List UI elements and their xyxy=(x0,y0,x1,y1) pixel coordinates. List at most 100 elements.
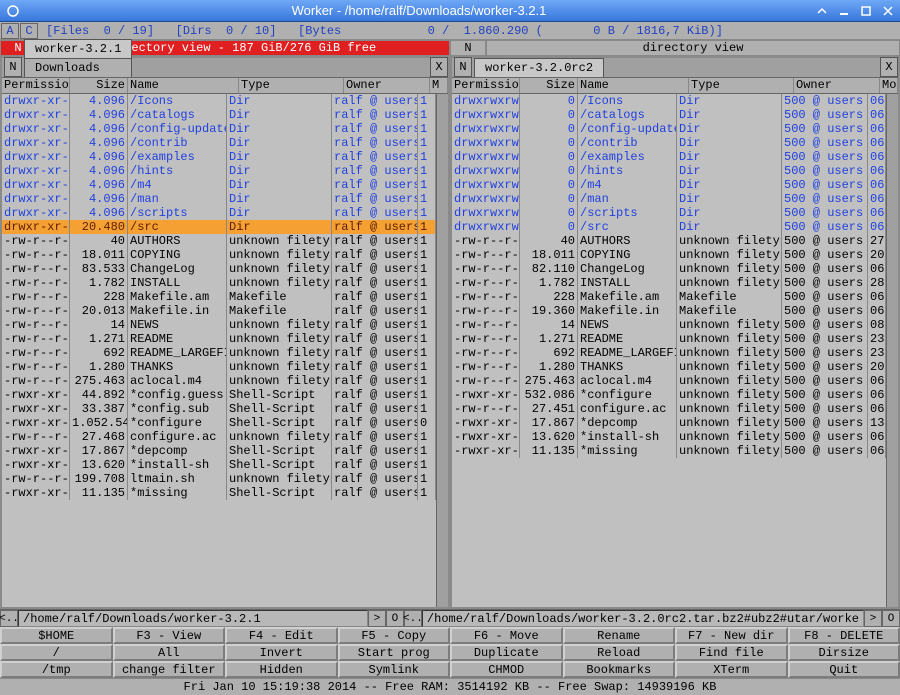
col-permission[interactable]: Permission xyxy=(452,78,520,93)
file-row[interactable]: drwxrwxrwx0/IconsDir500 @ users06 N xyxy=(452,94,886,108)
fkey-button[interactable]: Dirsize xyxy=(788,644,900,661)
file-row[interactable]: drwxrwxrwx0/contribDir500 @ users06 N xyxy=(452,136,886,150)
tab[interactable]: worker-3.2.0rc2 xyxy=(474,58,604,77)
window-shade-button[interactable] xyxy=(812,3,832,19)
col-permission[interactable]: Permission xyxy=(2,78,70,93)
file-row[interactable]: -rw-r--r--1.280 THANKSunknown filetypera… xyxy=(2,360,436,374)
left-scrollbar[interactable] xyxy=(436,94,448,607)
fkey-button[interactable]: Invert selection xyxy=(225,644,338,661)
file-row[interactable]: -rw-r--r--19.360 Makefile.inMakefile500 … xyxy=(452,304,886,318)
col-name[interactable]: Name xyxy=(128,78,239,93)
window-maximize-button[interactable] xyxy=(856,3,876,19)
app-menu-icon[interactable] xyxy=(4,2,22,20)
file-row[interactable]: drwxr-xr-x4.096/examplesDirralf @ users1 xyxy=(2,150,436,164)
file-row[interactable]: -rw-r--r--228 Makefile.amMakefileralf @ … xyxy=(2,290,436,304)
fkey-button[interactable]: Start prog xyxy=(338,644,451,661)
file-row[interactable]: -rw-r--r--82.110 ChangeLogunknown filety… xyxy=(452,262,886,276)
file-row[interactable]: drwxrwxrwx0/m4Dir500 @ users06 N xyxy=(452,178,886,192)
file-row[interactable]: -rw-r--r--692 README_LARGEFILESunknown f… xyxy=(452,346,886,360)
fkey-button[interactable]: Symlink xyxy=(338,661,451,678)
fkey-button[interactable]: change filter xyxy=(113,661,226,678)
tab[interactable]: Downloads xyxy=(24,58,132,77)
file-row[interactable]: -rwxr-xr-x13.620*install-shunknown filet… xyxy=(452,430,886,444)
file-row[interactable]: -rw-r--r--27.468 configure.acunknown fil… xyxy=(2,430,436,444)
file-row[interactable]: drwxrwxrwx0/manDir500 @ users06 N xyxy=(452,192,886,206)
right-path-go-button[interactable]: > xyxy=(864,610,882,627)
left-close-tab-button[interactable]: X xyxy=(430,57,448,77)
file-row[interactable]: drwxr-xr-x4.096/hintsDirralf @ users1 xyxy=(2,164,436,178)
col-m[interactable]: M xyxy=(430,78,448,93)
fkey-button[interactable]: F3 - View xyxy=(113,627,226,644)
file-row[interactable]: -rw-r--r--18.011 COPYINGunknown filetype… xyxy=(452,248,886,262)
right-path-input[interactable]: /home/ralf/Downloads/worker-3.2.0rc2.tar… xyxy=(422,610,864,627)
col-owner[interactable]: Owner xyxy=(794,78,880,93)
file-row[interactable]: drwxrwxrwx0/examplesDir500 @ users06 N xyxy=(452,150,886,164)
tab[interactable]: worker-3.2.1 xyxy=(24,39,132,58)
file-row[interactable]: -rw-r--r--228 Makefile.amMakefile500 @ u… xyxy=(452,290,886,304)
file-row[interactable]: drwxr-xr-x4.096/contribDirralf @ users1 xyxy=(2,136,436,150)
col-size[interactable]: Size xyxy=(520,78,578,93)
file-row[interactable]: -rwxr-xr-x11.135*missingunknown filetype… xyxy=(452,444,886,458)
file-row[interactable]: -rwxr-xr-x17.867*depcompShell-Scriptralf… xyxy=(2,444,436,458)
file-row[interactable]: -rw-r--r--1.271 READMEunknown filetypera… xyxy=(2,332,436,346)
col-type[interactable]: Type xyxy=(239,78,344,93)
right-new-tab-button[interactable]: N xyxy=(454,57,472,77)
fkey-button[interactable]: $HOME xyxy=(0,627,113,644)
fkey-button[interactable]: F4 - Edit xyxy=(225,627,338,644)
config-button[interactable]: C xyxy=(20,23,38,39)
fkey-button[interactable]: CHMOD xyxy=(450,661,563,678)
fkey-button[interactable]: / xyxy=(0,644,113,661)
fkey-button[interactable]: Bookmarks xyxy=(563,661,676,678)
col-size[interactable]: Size xyxy=(70,78,128,93)
file-row[interactable]: drwxrwxrwx0/srcDir500 @ users06 N xyxy=(452,220,886,234)
fkey-button[interactable]: All xyxy=(113,644,226,661)
file-row[interactable]: -rw-r--r--27.451 configure.acunknown fil… xyxy=(452,402,886,416)
left-path-options-button[interactable]: O xyxy=(386,610,404,627)
right-file-list[interactable]: drwxrwxrwx0/IconsDir500 @ users06 Ndrwxr… xyxy=(452,94,886,607)
col-type[interactable]: Type xyxy=(689,78,794,93)
left-path-back-button[interactable]: <.. xyxy=(0,610,18,627)
right-header-n[interactable]: N xyxy=(450,40,486,56)
left-path-input[interactable]: /home/ralf/Downloads/worker-3.2.1 xyxy=(18,610,368,627)
file-row[interactable]: -rw-r--r--1.271 READMEunknown filetype50… xyxy=(452,332,886,346)
window-minimize-button[interactable] xyxy=(834,3,854,19)
file-row[interactable]: -rwxr-xr-x13.620*install-shShell-Scriptr… xyxy=(2,458,436,472)
fkey-button[interactable]: F5 - Copy xyxy=(338,627,451,644)
file-row[interactable]: drwxr-xr-x4.096/scriptsDirralf @ users1 xyxy=(2,206,436,220)
right-header[interactable]: directory view xyxy=(486,40,900,56)
file-row[interactable]: drwxr-xr-x20.480/srcDirralf @ users1 xyxy=(2,220,436,234)
file-row[interactable]: -rw-r--r--40 AUTHORSunknown filetype500 … xyxy=(452,234,886,248)
file-row[interactable]: drwxrwxrwx0/hintsDir500 @ users06 N xyxy=(452,164,886,178)
file-row[interactable]: -rw-r--r--83.533 ChangeLogunknown filety… xyxy=(2,262,436,276)
file-row[interactable]: -rw-r--r--40 AUTHORSunknown filetyperalf… xyxy=(2,234,436,248)
right-close-tab-button[interactable]: X xyxy=(880,57,898,77)
file-row[interactable]: drwxr-xr-x4.096/m4Dirralf @ users1 xyxy=(2,178,436,192)
fkey-button[interactable]: Reload xyxy=(563,644,676,661)
fkey-button[interactable]: Rename xyxy=(563,627,676,644)
fkey-button[interactable]: Hidden xyxy=(225,661,338,678)
col-m[interactable]: Modi xyxy=(880,78,898,93)
fkey-button[interactable]: /tmp xyxy=(0,661,113,678)
fkey-button[interactable]: Duplicate xyxy=(450,644,563,661)
file-row[interactable]: -rwxr-xr-x1.052.542*configureShell-Scrip… xyxy=(2,416,436,430)
left-path-go-button[interactable]: > xyxy=(368,610,386,627)
file-row[interactable]: -rwxr-xr-x532.086*configureunknown filet… xyxy=(452,388,886,402)
window-close-button[interactable] xyxy=(878,3,898,19)
file-row[interactable]: -rwxr-xr-x44.892*config.guessShell-Scrip… xyxy=(2,388,436,402)
left-new-tab-button[interactable]: N xyxy=(4,57,22,77)
fkey-button[interactable]: F6 - Move xyxy=(450,627,563,644)
right-path-back-button[interactable]: <.. xyxy=(404,610,422,627)
file-row[interactable]: -rw-r--r--275.463 aclocal.m4unknown file… xyxy=(2,374,436,388)
left-file-list[interactable]: drwxr-xr-x4.096/IconsDirralf @ users1drw… xyxy=(2,94,436,607)
file-row[interactable]: -rw-r--r--14 NEWSunknown filetype500 @ u… xyxy=(452,318,886,332)
file-row[interactable]: drwxr-xr-x4.096/catalogsDirralf @ users1 xyxy=(2,108,436,122)
file-row[interactable]: -rwxr-xr-x17.867*depcompunknown filetype… xyxy=(452,416,886,430)
fkey-button[interactable]: Quit xyxy=(788,661,900,678)
file-row[interactable]: -rw-r--r--1.280 THANKSunknown filetype50… xyxy=(452,360,886,374)
file-row[interactable]: -rw-r--r--1.782 INSTALLunknown filetyper… xyxy=(2,276,436,290)
file-row[interactable]: drwxrwxrwx0/catalogsDir500 @ users06 N xyxy=(452,108,886,122)
fkey-button[interactable]: Find file xyxy=(675,644,788,661)
file-row[interactable]: -rw-r--r--14 NEWSunknown filetyperalf @ … xyxy=(2,318,436,332)
file-row[interactable]: drwxr-xr-x4.096/IconsDirralf @ users1 xyxy=(2,94,436,108)
file-row[interactable]: drwxrwxrwx0/config-updatesDir500 @ users… xyxy=(452,122,886,136)
